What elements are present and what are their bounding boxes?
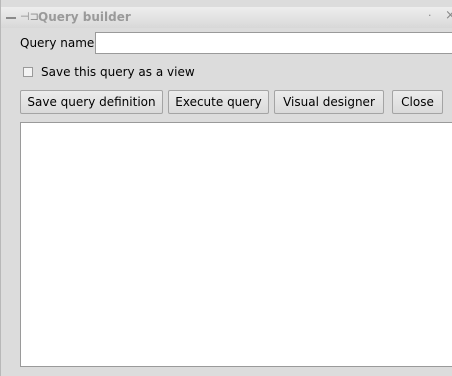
save-as-view-label[interactable]: Save this query as a view <box>41 64 195 80</box>
title-bar[interactable]: ⊣⊐ Query builder · × <box>1 7 452 28</box>
execute-query-button[interactable]: Execute query <box>168 90 269 114</box>
window-menu-icon[interactable] <box>6 17 16 19</box>
window-title: Query builder <box>38 10 131 24</box>
close-icon[interactable]: × <box>445 9 452 23</box>
save-query-definition-button[interactable]: Save query definition <box>20 90 163 114</box>
query-builder-window: ⊣⊐ Query builder · × Query name Save thi… <box>0 0 452 376</box>
minimize-icon[interactable]: · <box>428 9 432 23</box>
save-as-view-checkbox[interactable] <box>23 67 33 77</box>
query-name-input[interactable] <box>95 32 452 54</box>
visual-designer-button[interactable]: Visual designer <box>274 90 384 114</box>
pin-icon[interactable]: ⊣⊐ <box>20 10 39 24</box>
query-name-label: Query name <box>20 36 95 50</box>
query-results-area[interactable] <box>20 122 452 367</box>
close-button[interactable]: Close <box>392 90 443 114</box>
